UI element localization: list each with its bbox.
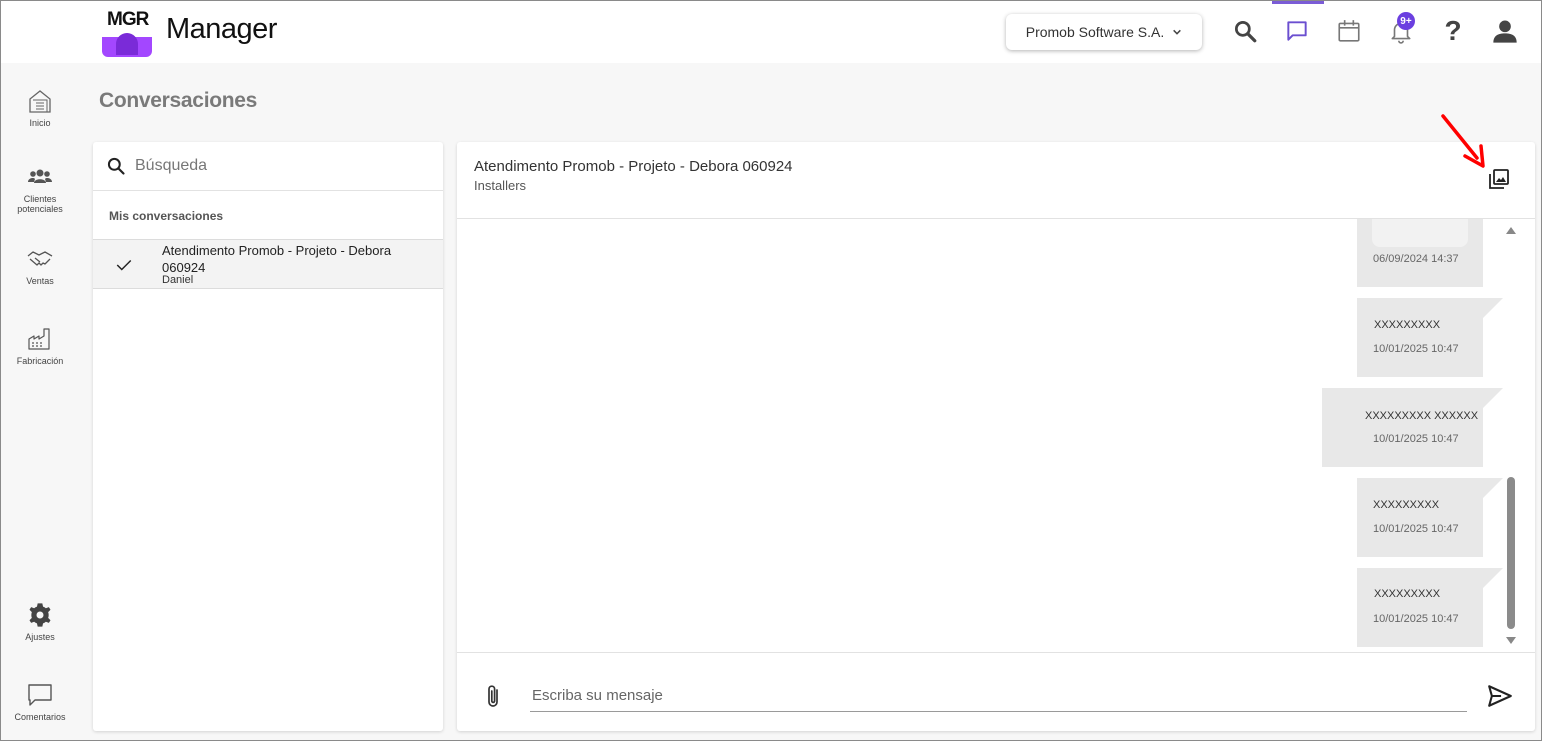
calendar-icon (1338, 20, 1360, 42)
message-image-placeholder (1372, 219, 1468, 247)
chat-subtitle: Installers (474, 178, 527, 193)
scroll-up-arrow-icon[interactable] (1506, 227, 1516, 234)
sidebar-item-label: Inicio (29, 118, 51, 128)
sidebar-item-fabricacion[interactable]: Fabricación (1, 325, 79, 366)
media-gallery-button[interactable] (1487, 167, 1511, 191)
bubble-tail (1483, 298, 1503, 318)
sidebar-item-label: Ventas (26, 276, 54, 286)
photo-library-icon (1489, 169, 1509, 189)
user-icon (1493, 20, 1517, 43)
chat-header: Atendimento Promob - Projeto - Debora 06… (457, 114, 1535, 219)
search-input[interactable] (133, 152, 432, 180)
message-scrollbar[interactable] (1505, 219, 1517, 651)
chat-button[interactable] (1281, 15, 1313, 47)
attach-button[interactable] (483, 683, 505, 709)
message-time: 10/01/2025 10:47 (1373, 343, 1459, 355)
help-icon: ? (1444, 15, 1462, 46)
send-icon (1488, 685, 1512, 707)
send-button[interactable] (1487, 683, 1513, 709)
sidebar-item-label: Comentarios (14, 712, 66, 722)
app-logo[interactable]: MGR (102, 7, 152, 57)
comment-icon (28, 684, 52, 706)
chat-panel: Atendimento Promob - Projeto - Debora 06… (457, 114, 1535, 732)
company-selector[interactable]: Promob Software S.A. (1006, 14, 1202, 50)
conversation-subtitle: Daniel (162, 274, 194, 286)
handshake-icon (27, 251, 53, 266)
chat-icon (1287, 21, 1307, 41)
message-text: XXXXXXXXX XXXXXX (1365, 410, 1479, 422)
bubble-tail (1483, 568, 1503, 588)
user-menu-button[interactable] (1489, 15, 1521, 47)
check-icon (116, 259, 132, 271)
top-bar: MGR Manager Promob Software S.A. 9+ ? (1, 1, 1541, 63)
chat-title: Atendimento Promob - Projeto - Debora 06… (474, 158, 793, 175)
message-time: 10/01/2025 10:47 (1373, 523, 1459, 535)
conversation-title: Atendimento Promob - Projeto - Debora 06… (162, 243, 392, 275)
message-text: XXXXXXXXX (1374, 588, 1441, 600)
search-button[interactable] (1229, 15, 1261, 47)
conversation-list-panel: Mis conversaciones Atendimento Promob - … (93, 142, 443, 731)
calendar-button[interactable] (1333, 15, 1365, 47)
home-icon (29, 90, 51, 113)
logo-shape (102, 33, 152, 57)
sidebar-item-label: Clientes potenciales (17, 194, 63, 214)
message-bubble: XXXXXXXXX 10/01/2025 10:47 (1357, 298, 1503, 377)
search-icon (1234, 20, 1257, 43)
sidebar-item-ajustes[interactable]: Ajustes (1, 601, 79, 642)
search-bar (93, 142, 443, 191)
message-time: 10/01/2025 10:47 (1373, 613, 1459, 625)
paperclip-icon (488, 685, 498, 707)
section-label: Mis conversaciones (109, 209, 224, 223)
scrollbar-thumb[interactable] (1507, 477, 1515, 629)
message-text: XXXXXXXXX (1374, 319, 1441, 331)
app-window: MGR Manager Promob Software S.A. 9+ ? In… (0, 0, 1542, 741)
scroll-down-arrow-icon[interactable] (1506, 637, 1516, 644)
message-time: 10/01/2025 10:47 (1373, 433, 1459, 445)
bubble-tail (1483, 388, 1503, 408)
sidebar-item-clientes[interactable]: Clientes potenciales (1, 163, 79, 214)
message-input[interactable] (530, 679, 1467, 712)
sidebar-item-inicio[interactable]: Inicio (1, 87, 79, 128)
message-composer (457, 652, 1535, 732)
people-icon (28, 169, 52, 183)
notification-badge: 9+ (1397, 12, 1415, 30)
sidebar-item-ventas[interactable]: Ventas (1, 245, 79, 286)
company-name: Promob Software S.A. (1025, 24, 1165, 40)
page-title: Conversaciones (99, 89, 258, 112)
factory-icon (28, 328, 50, 350)
sidebar: Inicio Clientes potenciales Ventas Fabri… (1, 63, 79, 740)
gear-icon (29, 603, 51, 627)
message-bubble: 06/09/2024 14:37 (1357, 219, 1483, 287)
logo-text: MGR (107, 9, 149, 30)
bubble-tail (1483, 478, 1503, 498)
sidebar-item-comentarios[interactable]: Comentarios (1, 681, 79, 722)
sidebar-item-label: Ajustes (25, 632, 55, 642)
message-bubble: XXXXXXXXX XXXXXX 10/01/2025 10:47 (1322, 388, 1503, 467)
message-list: 06/09/2024 14:37 XXXXXXXXX 10/01/2025 10… (457, 219, 1535, 651)
help-button[interactable]: ? (1437, 15, 1469, 47)
message-bubble: XXXXXXXXX 10/01/2025 10:47 (1357, 568, 1503, 647)
message-bubble: XXXXXXXXX 10/01/2025 10:47 (1357, 478, 1503, 557)
sidebar-item-label: Fabricación (16, 356, 64, 366)
message-time: 06/09/2024 14:37 (1373, 253, 1459, 265)
chevron-down-icon (1173, 29, 1182, 35)
conversation-item[interactable]: Atendimento Promob - Projeto - Debora 06… (93, 239, 443, 289)
active-tab-indicator (1272, 1, 1324, 4)
message-text: XXXXXXXXX (1373, 499, 1440, 511)
search-icon (107, 157, 125, 175)
app-title: Manager (166, 13, 277, 45)
